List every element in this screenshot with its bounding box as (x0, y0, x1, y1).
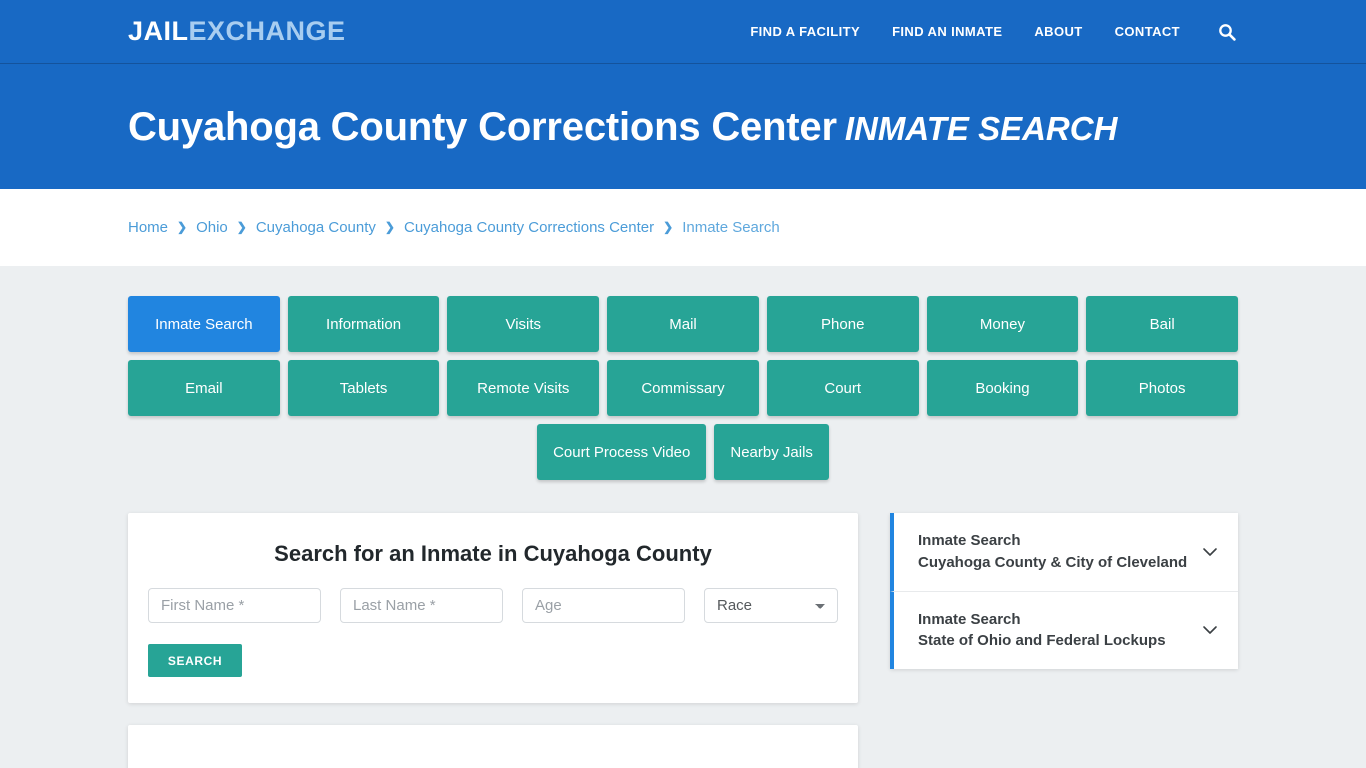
accordion-item-text: Inmate Search State of Ohio and Federal … (918, 609, 1190, 653)
inmate-search-card: Search for an Inmate in Cuyahoga County … (128, 513, 858, 703)
search-form-heading: Search for an Inmate in Cuyahoga County (274, 541, 712, 566)
main-content-area: Search for an Inmate in Cuyahoga County … (128, 513, 1238, 768)
tab-inmate-search[interactable]: Inmate Search (127, 296, 280, 352)
breadcrumb-item-corrections-center[interactable]: Cuyahoga County Corrections Center (404, 219, 654, 236)
accordion-item-county-search[interactable]: Inmate Search Cuyahoga County & City of … (890, 513, 1238, 592)
page-body: Inmate Search Information Visits Mail Ph… (0, 266, 1366, 768)
breadcrumb-separator-icon: ❯ (384, 219, 395, 234)
logo-text-primary: JAIL (128, 16, 189, 46)
tab-court[interactable]: Court (766, 360, 919, 416)
search-icon[interactable] (1216, 21, 1238, 43)
accordion-item-state-search[interactable]: Inmate Search State of Ohio and Federal … (890, 591, 1238, 669)
tab-visits[interactable]: Visits (447, 296, 600, 352)
tab-photos[interactable]: Photos (1086, 360, 1239, 416)
inmate-search-accordion: Inmate Search Cuyahoga County & City of … (890, 513, 1238, 669)
right-sidebar: Inmate Search Cuyahoga County & City of … (890, 513, 1238, 669)
accordion-item-subtitle: State of Ohio and Federal Lockups (918, 632, 1166, 650)
logo-text-secondary: EXCHANGE (188, 16, 346, 46)
top-navigation-bar: JAILEXCHANGE FIND A FACILITY FIND AN INM… (0, 0, 1366, 64)
first-name-input[interactable] (148, 588, 321, 623)
chevron-down-icon[interactable] (1200, 542, 1220, 562)
accordion-item-title: Inmate Search (918, 532, 1021, 549)
tab-nearby-jails[interactable]: Nearby Jails (714, 424, 829, 480)
tab-money[interactable]: Money (926, 296, 1079, 352)
tab-commissary[interactable]: Commissary (607, 360, 759, 416)
breadcrumb-item-cuyahoga-county[interactable]: Cuyahoga County (256, 219, 376, 236)
breadcrumb-item-ohio[interactable]: Ohio (196, 219, 228, 236)
facility-tab-navigation: Inmate Search Information Visits Mail Ph… (127, 266, 1239, 480)
age-input[interactable] (522, 588, 685, 623)
tab-booking[interactable]: Booking (926, 360, 1079, 416)
tab-tablets[interactable]: Tablets (287, 360, 440, 416)
tab-email[interactable]: Email (127, 360, 280, 416)
page-title-facility: Cuyahoga County Corrections Center (128, 104, 837, 149)
page-title: Cuyahoga County Corrections Center Inmate… (128, 105, 1117, 149)
accordion-item-subtitle: Cuyahoga County & City of Cleveland (918, 553, 1188, 571)
breadcrumb-separator-icon: ❯ (177, 219, 188, 234)
page-title-section: Inmate Search (844, 109, 1118, 147)
tab-court-process-video[interactable]: Court Process Video (537, 424, 707, 480)
tab-mail[interactable]: Mail (607, 296, 759, 352)
tab-phone[interactable]: Phone (766, 296, 919, 352)
last-name-input[interactable] (340, 588, 503, 623)
inmate-search-form: Race (148, 588, 838, 623)
nav-link-about[interactable]: ABOUT (1034, 24, 1082, 39)
tab-information[interactable]: Information (287, 296, 440, 352)
tab-bail[interactable]: Bail (1086, 296, 1239, 352)
tab-remote-visits[interactable]: Remote Visits (447, 360, 600, 416)
nav-link-find-an-inmate[interactable]: FIND AN INMATE (892, 24, 1002, 39)
race-select[interactable]: Race (704, 588, 838, 623)
nav-link-find-a-facility[interactable]: FIND A FACILITY (750, 24, 860, 39)
breadcrumb-item-home[interactable]: Home (128, 219, 168, 236)
accordion-item-text: Inmate Search Cuyahoga County & City of … (918, 530, 1190, 574)
site-logo[interactable]: JAILEXCHANGE (128, 18, 346, 45)
breadcrumb-item-inmate-search: Inmate Search (682, 219, 780, 236)
secondary-content-card (128, 725, 858, 768)
tab-row-three: Court Process Video Nearby Jails (128, 424, 1238, 480)
chevron-down-icon[interactable] (1200, 620, 1220, 640)
breadcrumb-separator-icon: ❯ (663, 219, 674, 234)
search-submit-button[interactable]: SEARCH (148, 644, 242, 677)
tab-row-one: Inmate Search Information Visits Mail Ph… (127, 296, 1239, 352)
accordion-item-title: Inmate Search (918, 610, 1021, 628)
main-nav-links: FIND A FACILITY FIND AN INMATE ABOUT CON… (750, 21, 1238, 43)
nav-link-contact[interactable]: CONTACT (1115, 24, 1180, 39)
tab-row-two: Email Tablets Remote Visits Commissary C… (127, 360, 1239, 416)
left-column: Search for an Inmate in Cuyahoga County … (128, 513, 858, 768)
breadcrumb: Home ❯ Ohio ❯ Cuyahoga County ❯ Cuyahoga… (128, 219, 780, 236)
page-hero-banner: Cuyahoga County Corrections Center Inmate… (0, 64, 1366, 189)
breadcrumb-separator-icon: ❯ (236, 219, 247, 234)
breadcrumb-bar: Home ❯ Ohio ❯ Cuyahoga County ❯ Cuyahoga… (0, 189, 1366, 266)
